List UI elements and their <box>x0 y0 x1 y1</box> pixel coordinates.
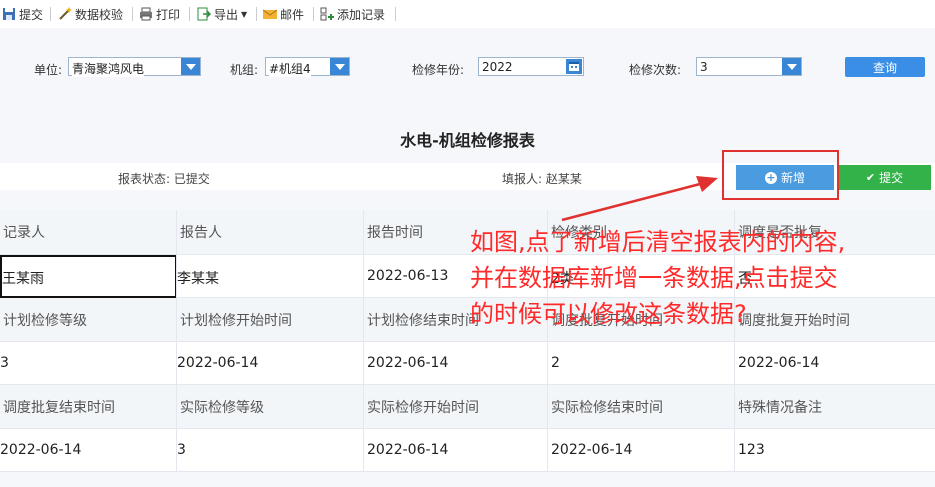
annotation-line: 如图,点了新增后清空报表内的内容, <box>470 228 846 256</box>
annotation-line: 的时候可以修改这条数据? <box>470 300 747 328</box>
annotation-line: 并在数据库新增一条数据,点击提交 <box>470 264 838 292</box>
annotation-text: 如图,点了新增后清空报表内的内容, 并在数据库新增一条数据,点击提交 的时候可以… <box>470 224 935 332</box>
